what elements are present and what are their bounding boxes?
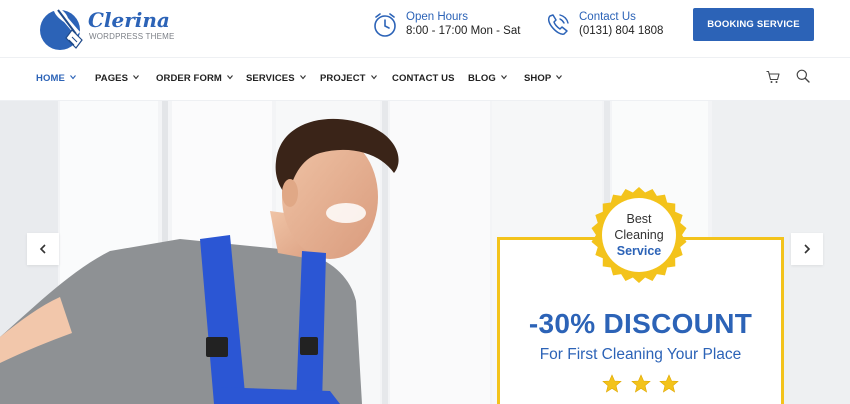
nav-item-label: HOME (36, 73, 65, 84)
main-nav: HOME PAGES ORDER FORM SERVICES PROJECT C… (0, 57, 850, 101)
nav-item-pages[interactable]: PAGES (95, 73, 139, 84)
top-header: Clerina WORDPRESS THEME Open Hours 8:00 … (0, 0, 850, 56)
cart-icon[interactable] (766, 70, 780, 84)
open-hours-value: 8:00 - 17:00 Mon - Sat (406, 25, 521, 37)
nav-item-label: SHOP (524, 73, 552, 84)
chevron-right-icon (804, 244, 811, 254)
nav-item-shop[interactable]: SHOP (524, 73, 563, 84)
rating-stars (500, 374, 781, 399)
clock-icon (374, 13, 396, 37)
nav-item-label: PAGES (95, 73, 129, 84)
nav-item-blog[interactable]: BLOG (468, 73, 507, 84)
badge-line-2: Cleaning (614, 228, 664, 242)
nav-item-label: PROJECT (320, 73, 366, 84)
contact-info: Contact Us (0131) 804 1808 (545, 10, 675, 46)
discount-heading: -30% DISCOUNT (528, 308, 753, 339)
nav-item-contact-us[interactable]: CONTACT US (392, 73, 455, 84)
contact-title: Contact Us (579, 11, 636, 23)
nav-item-home[interactable]: HOME (36, 73, 76, 84)
nav-item-order-form[interactable]: ORDER FORM (156, 73, 233, 84)
chevron-down-icon (133, 75, 139, 80)
nav-item-label: BLOG (468, 73, 496, 84)
logo-mark-icon (40, 6, 83, 50)
logo-tagline: WORDPRESS THEME (89, 32, 175, 41)
nav-item-project[interactable]: PROJECT (320, 73, 377, 84)
nav-item-label: SERVICES (246, 73, 295, 84)
chevron-down-icon (69, 75, 76, 80)
chevron-down-icon (500, 75, 507, 80)
nav-item-label: CONTACT US (392, 73, 455, 84)
nav-item-services[interactable]: SERVICES (246, 73, 306, 84)
contact-phone[interactable]: (0131) 804 1808 (579, 25, 663, 37)
star-icon (602, 374, 622, 399)
site-logo[interactable]: Clerina WORDPRESS THEME (36, 2, 176, 52)
booking-service-button[interactable]: BOOKING SERVICE (693, 8, 814, 41)
chevron-down-icon (226, 75, 233, 80)
search-icon[interactable] (796, 69, 810, 83)
chevron-down-icon (370, 75, 377, 80)
chevron-down-icon (556, 75, 563, 80)
open-hours-info: Open Hours 8:00 - 17:00 Mon - Sat (372, 10, 522, 46)
slider-next-button[interactable] (791, 233, 823, 265)
star-icon (630, 374, 651, 399)
chevron-left-icon (39, 244, 46, 254)
best-service-badge: Best Cleaning Service (589, 185, 689, 285)
slider-prev-button[interactable] (27, 233, 59, 265)
logo-name: Clerina (88, 8, 170, 32)
badge-text: Best Cleaning Service (589, 185, 689, 285)
hero-slider: -30% DISCOUNT For First Cleaning Your Pl… (0, 101, 850, 404)
open-hours-title: Open Hours (406, 11, 469, 23)
badge-line-3: Service (616, 244, 662, 258)
phone-icon (547, 14, 569, 35)
badge-line-1: Best (626, 212, 652, 226)
nav-item-label: ORDER FORM (156, 73, 222, 84)
star-icon (659, 374, 679, 399)
discount-subline: For First Cleaning Your Place (539, 346, 742, 363)
chevron-down-icon (299, 75, 306, 80)
